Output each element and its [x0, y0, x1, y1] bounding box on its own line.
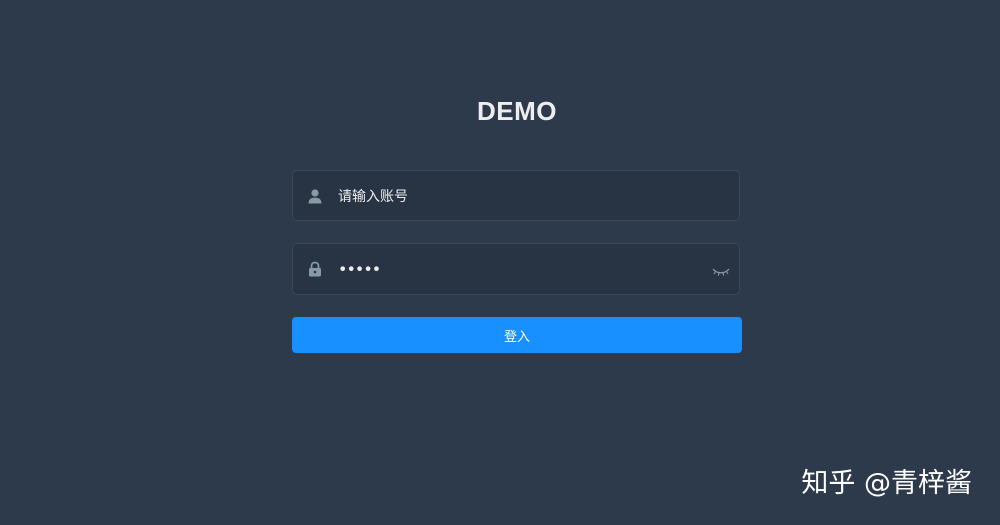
eye-closed-icon[interactable] — [712, 263, 730, 276]
username-field[interactable]: 请输入账号 — [292, 170, 740, 221]
watermark: 知乎 @青梓酱 — [801, 468, 972, 499]
user-icon — [307, 188, 323, 204]
username-placeholder: 请输入账号 — [338, 188, 408, 205]
lock-icon — [307, 261, 323, 277]
login-page: DEMO 请输入账号 ••••• 登入 知乎 @青梓酱 — [0, 0, 1000, 525]
password-field[interactable]: ••••• — [292, 243, 740, 295]
page-title: DEMO — [477, 96, 557, 126]
login-button[interactable]: 登入 — [292, 317, 742, 353]
password-value: ••••• — [338, 259, 381, 279]
